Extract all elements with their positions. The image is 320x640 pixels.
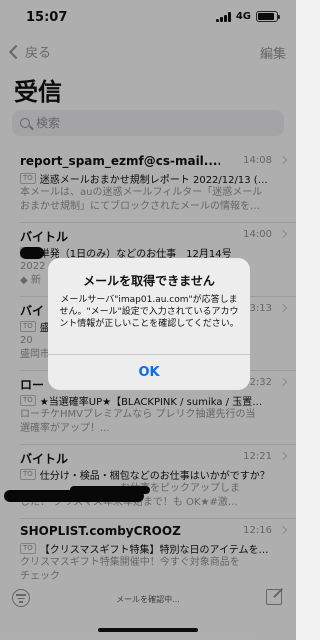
alert-dialog: メールを取得できません メールサーバ"imap01.au.com"が応答しません… — [48, 258, 250, 390]
alert-message: メールサーバ"imap01.au.com"が応答しません。"メール"設定で入力さ… — [59, 295, 239, 329]
ok-button[interactable]: OK — [48, 355, 250, 390]
alert-title: メールを取得できません — [83, 274, 215, 288]
